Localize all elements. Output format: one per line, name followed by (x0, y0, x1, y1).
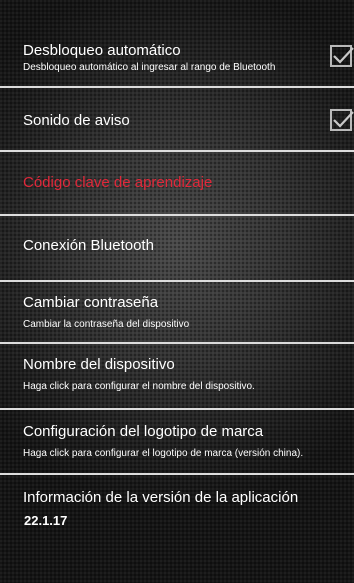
warning-sound-title: Sonido de aviso (23, 112, 130, 129)
auto-unlock-title: Desbloqueo automático (23, 42, 181, 59)
device-name-subtitle: Haga click para configurar el nombre del… (23, 381, 255, 392)
brand-logo-title: Configuración del logotipo de marca (23, 423, 264, 440)
app-version-value: 22.1.17 (24, 513, 68, 528)
change-password-subtitle: Cambiar la contraseña del dispositivo (23, 319, 190, 330)
learning-key-row[interactable]: Código clave de aprendizaje (0, 152, 354, 216)
change-password-row[interactable]: Cambiar contraseña Cambiar la contraseña… (0, 282, 354, 344)
settings-screen: Desbloqueo automático Desbloqueo automát… (0, 0, 354, 583)
warning-sound-checkbox[interactable] (330, 109, 354, 131)
app-version-title: Información de la versión de la aplicaci… (23, 489, 299, 506)
warning-sound-row[interactable]: Sonido de aviso (0, 88, 354, 152)
change-password-title: Cambiar contraseña (23, 294, 159, 311)
brand-logo-subtitle: Haga click para configurar el logotipo d… (23, 448, 304, 459)
checkmark-icon (333, 47, 354, 64)
bluetooth-row[interactable]: Conexión Bluetooth (0, 216, 354, 282)
auto-unlock-subtitle: Desbloqueo automático al ingresar al ran… (23, 62, 276, 73)
bluetooth-title: Conexión Bluetooth (23, 237, 154, 254)
auto-unlock-checkbox[interactable] (330, 45, 354, 67)
brand-logo-row[interactable]: Configuración del logotipo de marca Haga… (0, 410, 354, 475)
learning-key-title: Código clave de aprendizaje (23, 174, 213, 191)
device-name-title: Nombre del dispositivo (23, 356, 175, 373)
checkmark-icon (333, 111, 354, 128)
auto-unlock-row[interactable]: Desbloqueo automático Desbloqueo automát… (0, 0, 354, 88)
app-version-row: Información de la versión de la aplicaci… (0, 475, 354, 583)
device-name-row[interactable]: Nombre del dispositivo Haga click para c… (0, 344, 354, 410)
